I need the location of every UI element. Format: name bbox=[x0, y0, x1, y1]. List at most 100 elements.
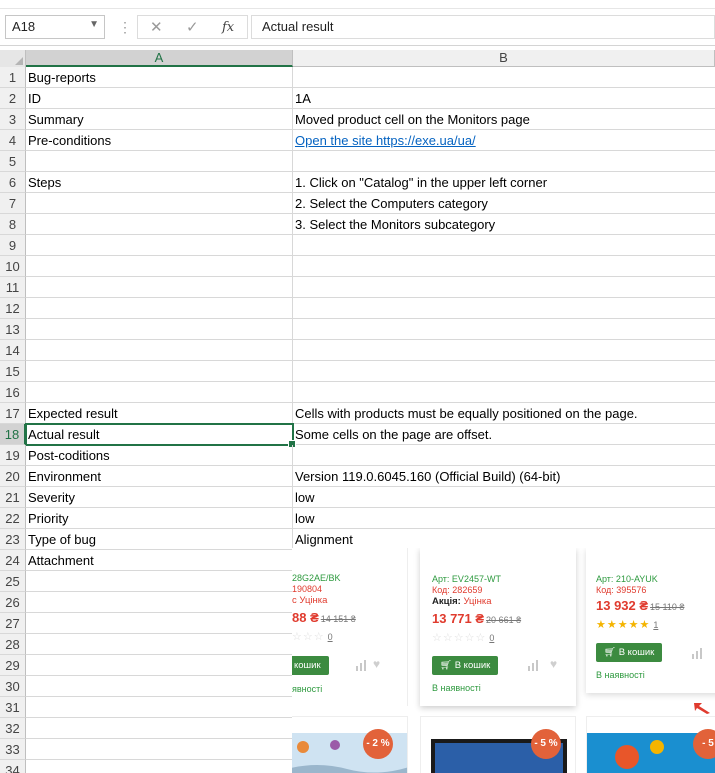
row-header[interactable]: 22 bbox=[0, 508, 26, 529]
cell-a[interactable] bbox=[26, 655, 293, 676]
cell-b[interactable] bbox=[293, 151, 715, 172]
cell-a[interactable] bbox=[26, 361, 293, 382]
hyperlink[interactable]: Open the site https://exe.ua/ua/ bbox=[295, 133, 476, 148]
row-header[interactable]: 25 bbox=[0, 571, 26, 592]
cell-a[interactable] bbox=[26, 319, 293, 340]
row-header[interactable]: 20 bbox=[0, 466, 26, 487]
cell-a[interactable]: ID bbox=[26, 88, 293, 109]
cell-b[interactable] bbox=[293, 256, 715, 277]
cell-b[interactable]: Version 119.0.6045.160 (Official Build) … bbox=[293, 466, 715, 487]
add-to-cart-button[interactable]: 🛒︎ В кошик bbox=[432, 656, 499, 675]
cell-b[interactable]: low bbox=[293, 487, 715, 508]
row-header[interactable]: 11 bbox=[0, 277, 26, 298]
add-to-cart-button[interactable]: 🛒︎ В кошик bbox=[596, 643, 663, 662]
row-header[interactable]: 7 bbox=[0, 193, 26, 214]
cell-a[interactable] bbox=[26, 256, 293, 277]
row-header[interactable]: 1 bbox=[0, 67, 26, 88]
row-header[interactable]: 16 bbox=[0, 382, 26, 403]
cell-a[interactable] bbox=[26, 718, 293, 739]
enter-icon[interactable]: ✓ bbox=[186, 18, 199, 36]
cell-a[interactable] bbox=[26, 613, 293, 634]
cell-b[interactable] bbox=[293, 382, 715, 403]
row-header[interactable]: 28 bbox=[0, 634, 26, 655]
cell-a[interactable]: Expected result bbox=[26, 403, 293, 424]
row-header[interactable]: 32 bbox=[0, 718, 26, 739]
row-header[interactable]: 30 bbox=[0, 676, 26, 697]
cell-b[interactable]: Open the site https://exe.ua/ua/ bbox=[293, 130, 715, 151]
cell-a[interactable] bbox=[26, 277, 293, 298]
heart-icon[interactable]: ♥ bbox=[373, 657, 380, 671]
cell-a[interactable] bbox=[26, 340, 293, 361]
cell-a[interactable] bbox=[26, 739, 293, 760]
more-options-icon[interactable]: ⋮ bbox=[118, 19, 132, 36]
row-header[interactable]: 18 bbox=[0, 424, 26, 445]
cell-a[interactable] bbox=[26, 634, 293, 655]
cell-a[interactable]: Pre-conditions bbox=[26, 130, 293, 151]
cell-a[interactable]: Post-coditions bbox=[26, 445, 293, 466]
compare-icon[interactable] bbox=[692, 648, 702, 659]
row-header[interactable]: 33 bbox=[0, 739, 26, 760]
name-box[interactable]: A18 ▼ bbox=[5, 15, 105, 39]
row-header[interactable]: 4 bbox=[0, 130, 26, 151]
select-all-button[interactable] bbox=[0, 50, 26, 67]
row-header[interactable]: 15 bbox=[0, 361, 26, 382]
row-header[interactable]: 10 bbox=[0, 256, 26, 277]
cell-a[interactable]: Actual result bbox=[26, 424, 293, 445]
cell-a[interactable] bbox=[26, 697, 293, 718]
formula-input[interactable]: Actual result bbox=[251, 15, 715, 39]
row-header[interactable]: 29 bbox=[0, 655, 26, 676]
cell-a[interactable]: Priority bbox=[26, 508, 293, 529]
cell-a[interactable]: Steps bbox=[26, 172, 293, 193]
cell-a[interactable]: Severity bbox=[26, 487, 293, 508]
row-header[interactable]: 9 bbox=[0, 235, 26, 256]
cell-a[interactable] bbox=[26, 676, 293, 697]
row-header[interactable]: 5 bbox=[0, 151, 26, 172]
add-to-cart-button[interactable]: кошик bbox=[292, 656, 329, 675]
row-header[interactable]: 34 bbox=[0, 760, 26, 773]
cell-a[interactable]: Summary bbox=[26, 109, 293, 130]
cell-a[interactable] bbox=[26, 592, 293, 613]
heart-icon[interactable]: ♥ bbox=[550, 657, 557, 671]
cell-b[interactable] bbox=[293, 277, 715, 298]
row-header[interactable]: 21 bbox=[0, 487, 26, 508]
cell-b[interactable]: low bbox=[293, 508, 715, 529]
row-header[interactable]: 3 bbox=[0, 109, 26, 130]
cell-a[interactable]: Bug-reports bbox=[26, 67, 293, 88]
cell-a[interactable] bbox=[26, 571, 293, 592]
cell-a[interactable] bbox=[26, 760, 293, 773]
row-header[interactable]: 19 bbox=[0, 445, 26, 466]
cell-b[interactable] bbox=[293, 340, 715, 361]
row-header[interactable]: 17 bbox=[0, 403, 26, 424]
column-header-b[interactable]: B bbox=[293, 50, 715, 67]
cell-a[interactable] bbox=[26, 214, 293, 235]
cell-b[interactable]: Moved product cell on the Monitors page bbox=[293, 109, 715, 130]
insert-function-icon[interactable]: fx bbox=[222, 20, 234, 35]
cell-b[interactable] bbox=[293, 67, 715, 88]
chevron-down-icon[interactable]: ▼ bbox=[89, 19, 99, 30]
row-header[interactable]: 12 bbox=[0, 298, 26, 319]
cell-a[interactable] bbox=[26, 298, 293, 319]
cell-b[interactable] bbox=[293, 361, 715, 382]
row-header[interactable]: 13 bbox=[0, 319, 26, 340]
cell-b[interactable]: Alignment bbox=[293, 529, 715, 550]
compare-icon[interactable] bbox=[528, 660, 538, 671]
row-header[interactable]: 8 bbox=[0, 214, 26, 235]
cell-b[interactable]: 1. Click on "Catalog" in the upper left … bbox=[293, 172, 715, 193]
row-header[interactable]: 31 bbox=[0, 697, 26, 718]
cell-b[interactable]: 1A bbox=[293, 88, 715, 109]
cell-a[interactable]: Type of bug bbox=[26, 529, 293, 550]
cell-b[interactable] bbox=[293, 298, 715, 319]
cell-b[interactable] bbox=[293, 445, 715, 466]
row-header[interactable]: 26 bbox=[0, 592, 26, 613]
row-header[interactable]: 2 bbox=[0, 88, 26, 109]
cell-b[interactable]: 2. Select the Computers category bbox=[293, 193, 715, 214]
cell-b[interactable]: Some cells on the page are offset. bbox=[293, 424, 715, 445]
row-header[interactable]: 6 bbox=[0, 172, 26, 193]
cell-b[interactable] bbox=[293, 319, 715, 340]
cell-a[interactable] bbox=[26, 235, 293, 256]
cell-b[interactable]: 3. Select the Monitors subcategory bbox=[293, 214, 715, 235]
cell-b[interactable]: Cells with products must be equally posi… bbox=[293, 403, 715, 424]
cell-b[interactable] bbox=[293, 235, 715, 256]
cell-a[interactable] bbox=[26, 382, 293, 403]
column-header-a[interactable]: A bbox=[26, 50, 293, 67]
